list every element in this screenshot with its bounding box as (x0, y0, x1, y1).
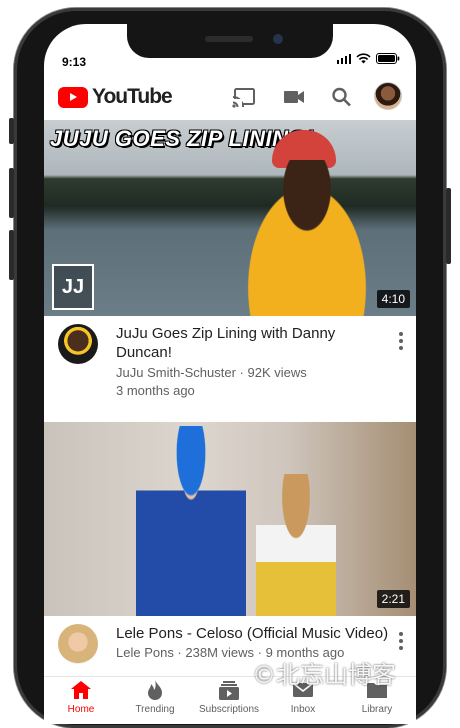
video-info[interactable]: JuJu Goes Zip Lining with Danny Duncan! … (44, 316, 416, 416)
watermark: ©北忘山博客 (252, 661, 396, 689)
tab-label: Trending (135, 704, 175, 715)
front-camera (273, 34, 283, 44)
video-thumbnail[interactable]: JUJU GOES ZIP LINING! JJ 4:10 (44, 120, 416, 316)
more-options-icon[interactable] (398, 332, 404, 350)
channel-avatar[interactable] (58, 624, 98, 664)
notch (127, 24, 333, 58)
wifi-icon (356, 53, 371, 64)
tab-label: Library (361, 704, 393, 715)
status-time: 9:13 (62, 55, 87, 69)
battery-icon (376, 53, 400, 64)
tab-label: Inbox (290, 704, 316, 715)
video-thumbnail[interactable]: 2:21 (44, 422, 416, 616)
channel-watermark-logo: JJ (52, 264, 94, 310)
camera-icon[interactable] (282, 86, 306, 108)
mute-switch (9, 118, 14, 144)
cast-icon[interactable] (232, 86, 256, 108)
tab-trending[interactable]: Trending (118, 679, 192, 715)
search-icon[interactable] (330, 86, 354, 108)
tab-label: Home (67, 704, 95, 715)
video-duration: 4:10 (376, 290, 410, 308)
channel-avatar[interactable] (58, 324, 98, 364)
person-graphic (136, 426, 246, 616)
video-duration: 2:21 (376, 590, 410, 608)
video-age: 3 months ago (116, 383, 195, 398)
play-icon (58, 86, 88, 108)
power-button (446, 188, 451, 264)
volume-up-button (9, 168, 14, 218)
youtube-logo[interactable]: YouTube (58, 85, 173, 109)
subscriptions-icon (219, 681, 239, 700)
more-options-icon[interactable] (398, 632, 404, 650)
video-title[interactable]: JuJu Goes Zip Lining with Danny Duncan! (116, 324, 366, 362)
logo-text: YouTube (92, 85, 173, 108)
status-icons (336, 53, 401, 64)
person-graphic (232, 160, 382, 316)
tab-label: Subscriptions (198, 704, 260, 715)
home-icon (71, 681, 91, 699)
video-title[interactable]: Lele Pons - Celoso (Official Music Video… (116, 624, 396, 643)
signal-icon (336, 54, 351, 64)
flame-icon (148, 680, 162, 700)
account-avatar[interactable] (374, 82, 402, 110)
video-channel-views: JuJu Smith-Schuster · 92K views (116, 365, 307, 380)
volume-down-button (9, 230, 14, 280)
tab-home[interactable]: Home (44, 679, 118, 715)
app-bar: YouTube (44, 74, 416, 120)
person-graphic (256, 474, 336, 616)
phone-screen: 9:13 YouTube JUJU GOES ZIP LINING! JJ 4:… (44, 24, 416, 724)
speaker-grille (205, 36, 253, 42)
